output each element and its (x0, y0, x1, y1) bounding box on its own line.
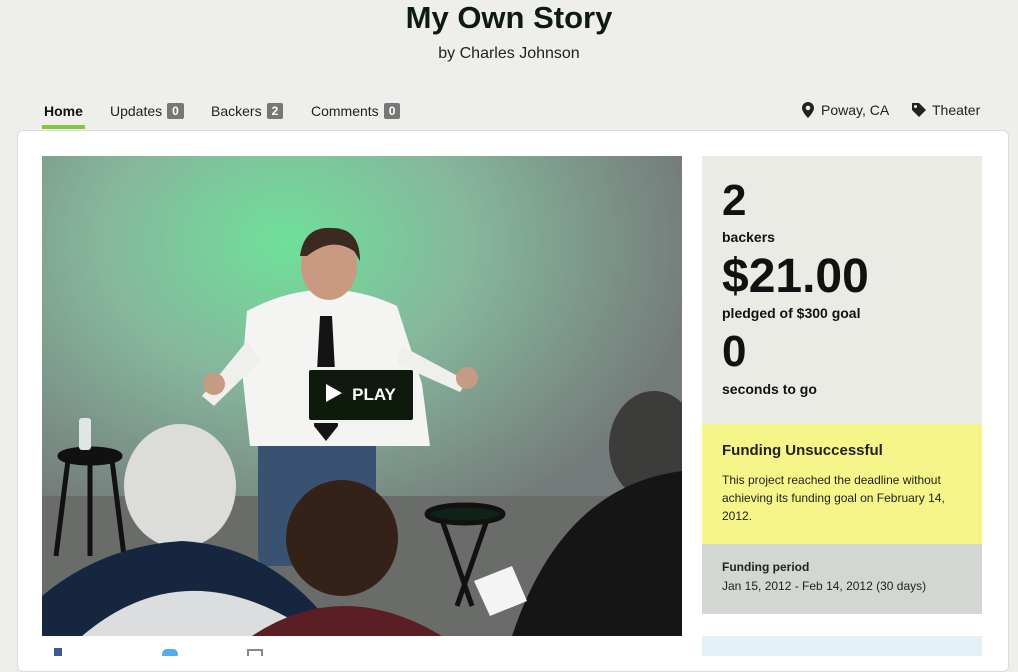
tab-backers[interactable]: Backers 2 (211, 101, 284, 121)
sidebar-next-box (702, 636, 982, 656)
tab-comments[interactable]: Comments 0 (311, 101, 401, 121)
time-left: 0 (722, 327, 747, 376)
project-title: My Own Story (405, 0, 613, 35)
comments-count-badge: 0 (383, 103, 401, 119)
status-heading: Funding Unsuccessful (722, 442, 883, 459)
stats-panel: 2 backers $21.00 pledged of $300 goal 0 … (702, 156, 982, 424)
play-label: PLAY (352, 385, 396, 404)
tag-icon (911, 102, 927, 118)
pledged-amount: $21.00 (722, 250, 869, 303)
tab-comments-label: Comments (311, 103, 379, 119)
share-bar (42, 644, 682, 656)
project-byline: by Charles Johnson (438, 45, 580, 62)
backers-count-badge: 2 (266, 103, 284, 119)
location-label: Poway, CA (821, 102, 890, 118)
tab-updates[interactable]: Updates 0 (110, 101, 184, 121)
backers-label: backers (722, 229, 775, 245)
funding-period-box: Funding period Jan 15, 2012 - Feb 14, 20… (702, 544, 982, 614)
category-label: Theater (932, 102, 981, 118)
tab-backers-label: Backers (211, 103, 262, 119)
backers-count: 2 (722, 176, 747, 225)
tab-home[interactable]: Home (42, 101, 85, 129)
status-message: This project reached the deadline withou… (722, 473, 945, 523)
map-pin-icon (802, 102, 814, 118)
updates-count-badge: 0 (167, 103, 184, 119)
location-link[interactable]: Poway, CA (802, 100, 889, 120)
play-icon (326, 383, 343, 407)
funding-period-value: Jan 15, 2012 - Feb 14, 2012 (30 days) (722, 579, 927, 593)
play-button[interactable]: PLAY (306, 367, 416, 423)
twitter-icon[interactable] (162, 649, 178, 656)
tab-updates-label: Updates (110, 103, 163, 119)
facebook-icon[interactable] (54, 648, 62, 656)
time-left-label: seconds to go (722, 381, 817, 397)
pledged-label: pledged of $300 goal (722, 305, 861, 321)
tab-home-label: Home (44, 103, 83, 119)
embed-icon[interactable] (247, 649, 263, 656)
active-tab-indicator (42, 125, 85, 129)
funding-status-box: Funding Unsuccessful This project reache… (702, 424, 982, 544)
category-link[interactable]: Theater (911, 100, 980, 120)
funding-period-label: Funding period (722, 560, 810, 574)
